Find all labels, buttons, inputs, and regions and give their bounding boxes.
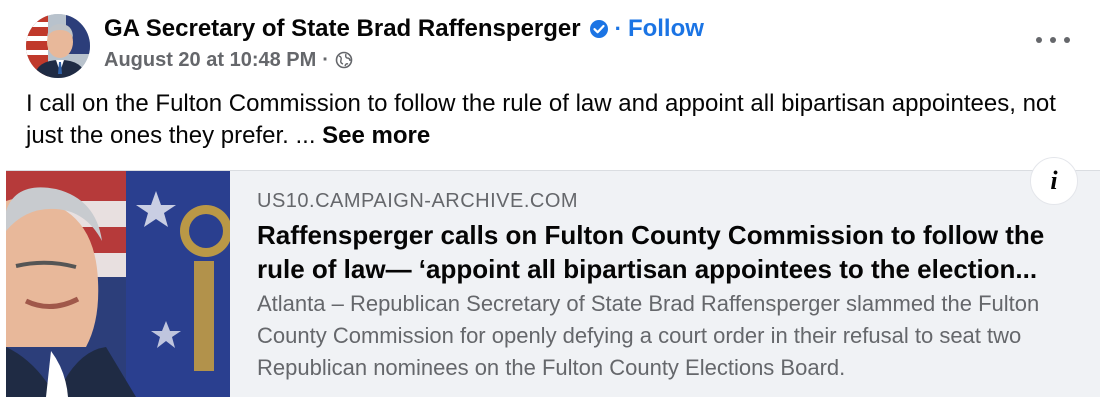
facebook-post: GA Secretary of State Brad Raffensperger… — [0, 0, 1100, 404]
profile-avatar[interactable] — [26, 14, 90, 78]
avatar-image — [26, 14, 90, 78]
dot — [1050, 37, 1056, 43]
link-preview-thumbnail[interactable] — [6, 171, 230, 397]
post-header: GA Secretary of State Brad Raffensperger… — [104, 12, 704, 46]
see-more-link[interactable]: See more — [322, 122, 430, 149]
info-icon[interactable]: i — [1030, 157, 1078, 205]
dot — [1036, 37, 1042, 43]
dot — [1064, 37, 1070, 43]
author-name[interactable]: GA Secretary of State Brad Raffensperger — [104, 15, 581, 43]
post-text: I call on the Fulton Commission to follo… — [26, 88, 1086, 152]
thumbnail-image — [6, 171, 230, 397]
separator-dot: · — [322, 48, 329, 71]
link-description: Atlanta – Republican Secretary of State … — [257, 291, 1040, 380]
separator-dot: · — [614, 16, 622, 41]
link-headline[interactable]: Raffensperger calls on Fulton County Com… — [257, 218, 1077, 286]
more-options-icon[interactable] — [1036, 30, 1070, 50]
post-timestamp[interactable]: August 20 at 10:48 PM — [104, 49, 316, 72]
globe-icon[interactable] — [335, 51, 353, 69]
follow-button[interactable]: Follow — [628, 15, 704, 43]
post-text-body: I call on the Fulton Commission to follo… — [26, 90, 1056, 149]
verified-badge-icon — [589, 19, 609, 39]
post-meta: August 20 at 10:48 PM · — [104, 46, 353, 74]
link-domain: US10.CAMPAIGN-ARCHIVE.COM — [257, 190, 579, 212]
